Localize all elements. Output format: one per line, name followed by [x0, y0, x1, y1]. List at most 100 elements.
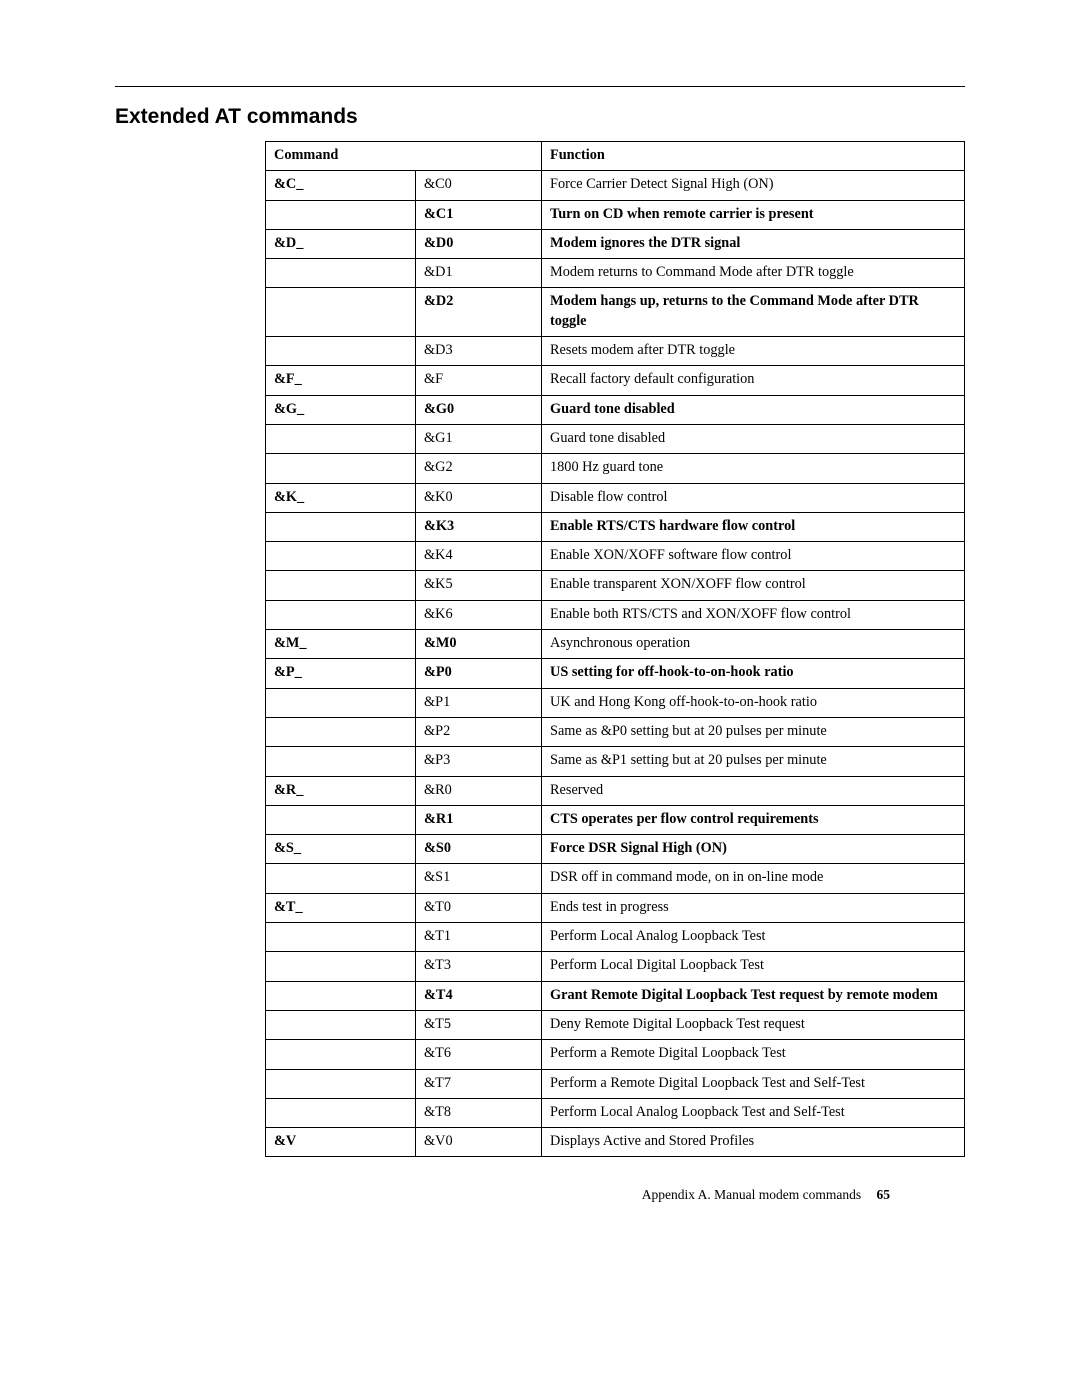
- table-row: &T_&T0Ends test in progress: [266, 893, 965, 922]
- function-cell: UK and Hong Kong off-hook-to-on-hook rat…: [542, 688, 965, 717]
- command-group-cell: [266, 805, 416, 834]
- command-group-cell: [266, 864, 416, 893]
- command-code-cell: &D1: [416, 259, 542, 288]
- command-group-cell: [266, 1069, 416, 1098]
- table-row: &P3Same as &P1 setting but at 20 pulses …: [266, 747, 965, 776]
- function-cell: DSR off in command mode, on in on-line m…: [542, 864, 965, 893]
- table-row: &M_&M0Asynchronous operation: [266, 630, 965, 659]
- table-row: &G1Guard tone disabled: [266, 424, 965, 453]
- function-cell: Same as &P1 setting but at 20 pulses per…: [542, 747, 965, 776]
- command-code-cell: &G1: [416, 424, 542, 453]
- command-code-cell: &T8: [416, 1098, 542, 1127]
- top-rule: [115, 86, 965, 87]
- command-code-cell: &M0: [416, 630, 542, 659]
- table-row: &T3Perform Local Digital Loopback Test: [266, 952, 965, 981]
- command-code-cell: &G0: [416, 395, 542, 424]
- section-heading: Extended AT commands: [115, 105, 965, 129]
- command-group-cell: [266, 952, 416, 981]
- command-group-cell: [266, 337, 416, 366]
- command-group-cell: [266, 1098, 416, 1127]
- command-group-cell: &T_: [266, 893, 416, 922]
- table-row: &D3Resets modem after DTR toggle: [266, 337, 965, 366]
- function-cell: CTS operates per flow control requiremen…: [542, 805, 965, 834]
- command-code-cell: &P0: [416, 659, 542, 688]
- command-group-cell: &P_: [266, 659, 416, 688]
- command-code-cell: &S1: [416, 864, 542, 893]
- command-group-cell: [266, 600, 416, 629]
- table-row: &G_&G0Guard tone disabled: [266, 395, 965, 424]
- command-code-cell: &T7: [416, 1069, 542, 1098]
- function-cell: Guard tone disabled: [542, 424, 965, 453]
- function-cell: Turn on CD when remote carrier is presen…: [542, 200, 965, 229]
- function-cell: Recall factory default configuration: [542, 366, 965, 395]
- command-group-cell: [266, 259, 416, 288]
- function-cell: Disable flow control: [542, 483, 965, 512]
- command-code-cell: &K5: [416, 571, 542, 600]
- function-cell: Modem ignores the DTR signal: [542, 229, 965, 258]
- command-group-cell: [266, 747, 416, 776]
- table-row: &T8Perform Local Analog Loopback Test an…: [266, 1098, 965, 1127]
- function-cell: Force DSR Signal High (ON): [542, 835, 965, 864]
- function-cell: Displays Active and Stored Profiles: [542, 1128, 965, 1157]
- command-group-cell: [266, 571, 416, 600]
- table-row: &K5Enable transparent XON/XOFF flow cont…: [266, 571, 965, 600]
- function-cell: Enable both RTS/CTS and XON/XOFF flow co…: [542, 600, 965, 629]
- table-row: &D_&D0Modem ignores the DTR signal: [266, 229, 965, 258]
- function-cell: Perform a Remote Digital Loopback Test a…: [542, 1069, 965, 1098]
- function-cell: Enable XON/XOFF software flow control: [542, 542, 965, 571]
- command-group-cell: &K_: [266, 483, 416, 512]
- table-row: &T5Deny Remote Digital Loopback Test req…: [266, 1010, 965, 1039]
- function-cell: Grant Remote Digital Loopback Test reque…: [542, 981, 965, 1010]
- command-group-cell: [266, 717, 416, 746]
- command-group-cell: &F_: [266, 366, 416, 395]
- command-group-cell: [266, 542, 416, 571]
- table-row: &R1CTS operates per flow control require…: [266, 805, 965, 834]
- command-code-cell: &D3: [416, 337, 542, 366]
- command-code-cell: &T5: [416, 1010, 542, 1039]
- command-code-cell: &D2: [416, 288, 542, 337]
- command-code-cell: &P3: [416, 747, 542, 776]
- function-cell: Perform Local Analog Loopback Test: [542, 923, 965, 952]
- command-code-cell: &R0: [416, 776, 542, 805]
- function-cell: Modem hangs up, returns to the Command M…: [542, 288, 965, 337]
- command-code-cell: &T0: [416, 893, 542, 922]
- function-cell: Reserved: [542, 776, 965, 805]
- command-group-cell: [266, 424, 416, 453]
- function-cell: Perform Local Digital Loopback Test: [542, 952, 965, 981]
- command-group-cell: &R_: [266, 776, 416, 805]
- command-group-cell: [266, 688, 416, 717]
- table-row: &P2Same as &P0 setting but at 20 pulses …: [266, 717, 965, 746]
- table-row: &S_&S0Force DSR Signal High (ON): [266, 835, 965, 864]
- command-group-cell: &S_: [266, 835, 416, 864]
- table-header-command: Command: [266, 142, 542, 171]
- table-row: &D1Modem returns to Command Mode after D…: [266, 259, 965, 288]
- function-cell: Resets modem after DTR toggle: [542, 337, 965, 366]
- table-row: &P_&P0US setting for off-hook-to-on-hook…: [266, 659, 965, 688]
- table-row: &R_&R0Reserved: [266, 776, 965, 805]
- page-footer: Appendix A. Manual modem commands 65: [115, 1187, 965, 1203]
- table-row: &K_&K0Disable flow control: [266, 483, 965, 512]
- table-row: &C1Turn on CD when remote carrier is pre…: [266, 200, 965, 229]
- function-cell: Same as &P0 setting but at 20 pulses per…: [542, 717, 965, 746]
- command-code-cell: &V0: [416, 1128, 542, 1157]
- command-code-cell: &C1: [416, 200, 542, 229]
- page-number: 65: [877, 1187, 891, 1202]
- command-code-cell: &K4: [416, 542, 542, 571]
- table-row: &T7Perform a Remote Digital Loopback Tes…: [266, 1069, 965, 1098]
- table-row: &T6Perform a Remote Digital Loopback Tes…: [266, 1040, 965, 1069]
- table-row: &K6Enable both RTS/CTS and XON/XOFF flow…: [266, 600, 965, 629]
- table-row: &C_&C0Force Carrier Detect Signal High (…: [266, 171, 965, 200]
- command-code-cell: &C0: [416, 171, 542, 200]
- function-cell: Asynchronous operation: [542, 630, 965, 659]
- command-group-cell: &M_: [266, 630, 416, 659]
- command-code-cell: &T3: [416, 952, 542, 981]
- command-code-cell: &K6: [416, 600, 542, 629]
- command-group-cell: [266, 1010, 416, 1039]
- function-cell: Force Carrier Detect Signal High (ON): [542, 171, 965, 200]
- command-code-cell: &S0: [416, 835, 542, 864]
- table-row: &S1DSR off in command mode, on in on-lin…: [266, 864, 965, 893]
- command-group-cell: &D_: [266, 229, 416, 258]
- table-row: &T4Grant Remote Digital Loopback Test re…: [266, 981, 965, 1010]
- function-cell: Enable transparent XON/XOFF flow control: [542, 571, 965, 600]
- command-group-cell: [266, 981, 416, 1010]
